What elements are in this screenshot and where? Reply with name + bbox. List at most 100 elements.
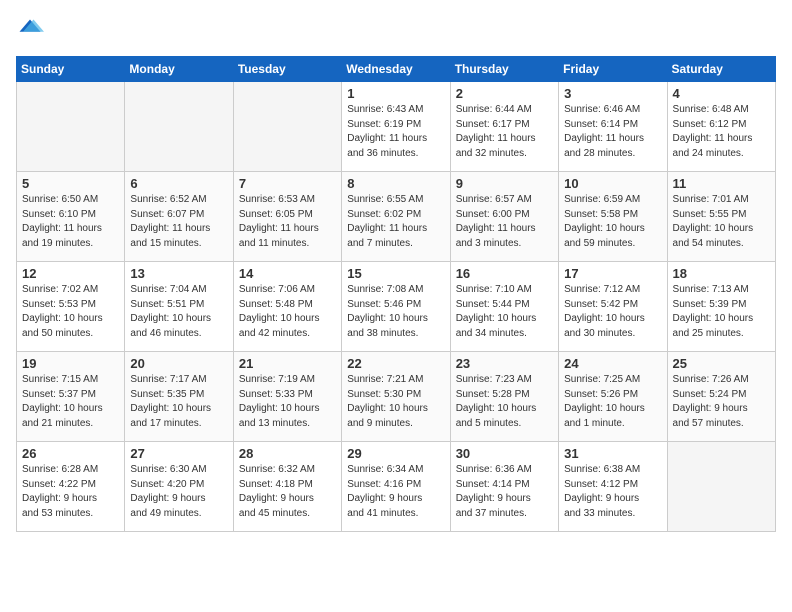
weekday-header-tuesday: Tuesday <box>233 57 341 82</box>
calendar-cell: 29 Sunrise: 6:34 AM Sunset: 4:16 PM Dayli… <box>342 442 450 532</box>
day-info: Sunrise: 7:15 AM Sunset: 5:37 PM Dayligh… <box>22 373 119 431</box>
day-number: 17 <box>564 266 661 281</box>
day-number: 12 <box>22 266 119 281</box>
calendar-cell: 14 Sunrise: 7:06 AM Sunset: 5:48 PM Dayli… <box>233 262 341 352</box>
day-info: Sunrise: 6:32 AM Sunset: 4:18 PM Dayligh… <box>239 463 336 521</box>
calendar-cell: 22 Sunrise: 7:21 AM Sunset: 5:30 PM Dayli… <box>342 352 450 442</box>
day-number: 13 <box>130 266 227 281</box>
day-number: 28 <box>239 446 336 461</box>
day-number: 23 <box>456 356 553 371</box>
day-info: Sunrise: 7:04 AM Sunset: 5:51 PM Dayligh… <box>130 283 227 341</box>
calendar-cell: 17 Sunrise: 7:12 AM Sunset: 5:42 PM Dayli… <box>559 262 667 352</box>
day-info: Sunrise: 6:59 AM Sunset: 5:58 PM Dayligh… <box>564 193 661 251</box>
calendar-table: SundayMondayTuesdayWednesdayThursdayFrid… <box>16 56 776 532</box>
day-info: Sunrise: 6:44 AM Sunset: 6:17 PM Dayligh… <box>456 103 553 161</box>
weekday-header-saturday: Saturday <box>667 57 775 82</box>
calendar-cell: 20 Sunrise: 7:17 AM Sunset: 5:35 PM Dayli… <box>125 352 233 442</box>
day-info: Sunrise: 7:19 AM Sunset: 5:33 PM Dayligh… <box>239 373 336 431</box>
day-number: 21 <box>239 356 336 371</box>
calendar-cell: 24 Sunrise: 7:25 AM Sunset: 5:26 PM Dayli… <box>559 352 667 442</box>
day-number: 15 <box>347 266 444 281</box>
calendar-cell: 31 Sunrise: 6:38 AM Sunset: 4:12 PM Dayli… <box>559 442 667 532</box>
day-number: 1 <box>347 86 444 101</box>
day-info: Sunrise: 7:17 AM Sunset: 5:35 PM Dayligh… <box>130 373 227 431</box>
calendar-cell: 13 Sunrise: 7:04 AM Sunset: 5:51 PM Dayli… <box>125 262 233 352</box>
day-number: 26 <box>22 446 119 461</box>
calendar-cell: 27 Sunrise: 6:30 AM Sunset: 4:20 PM Dayli… <box>125 442 233 532</box>
day-info: Sunrise: 6:50 AM Sunset: 6:10 PM Dayligh… <box>22 193 119 251</box>
day-number: 9 <box>456 176 553 191</box>
day-info: Sunrise: 7:06 AM Sunset: 5:48 PM Dayligh… <box>239 283 336 341</box>
day-info: Sunrise: 6:34 AM Sunset: 4:16 PM Dayligh… <box>347 463 444 521</box>
day-info: Sunrise: 7:13 AM Sunset: 5:39 PM Dayligh… <box>673 283 770 341</box>
calendar-cell <box>667 442 775 532</box>
weekday-header-thursday: Thursday <box>450 57 558 82</box>
day-info: Sunrise: 7:25 AM Sunset: 5:26 PM Dayligh… <box>564 373 661 431</box>
day-info: Sunrise: 7:10 AM Sunset: 5:44 PM Dayligh… <box>456 283 553 341</box>
day-info: Sunrise: 6:53 AM Sunset: 6:05 PM Dayligh… <box>239 193 336 251</box>
day-number: 8 <box>347 176 444 191</box>
day-number: 30 <box>456 446 553 461</box>
day-number: 2 <box>456 86 553 101</box>
logo-icon <box>16 16 44 44</box>
day-info: Sunrise: 7:26 AM Sunset: 5:24 PM Dayligh… <box>673 373 770 431</box>
day-number: 6 <box>130 176 227 191</box>
day-info: Sunrise: 6:55 AM Sunset: 6:02 PM Dayligh… <box>347 193 444 251</box>
calendar-cell: 16Sunrise: 7:10 AM Sunset: 5:44 PM Dayli… <box>450 262 558 352</box>
calendar-cell: 7 Sunrise: 6:53 AM Sunset: 6:05 PM Daylig… <box>233 172 341 262</box>
calendar-cell: 26 Sunrise: 6:28 AM Sunset: 4:22 PM Dayli… <box>17 442 125 532</box>
day-info: Sunrise: 6:46 AM Sunset: 6:14 PM Dayligh… <box>564 103 661 161</box>
day-number: 31 <box>564 446 661 461</box>
day-info: Sunrise: 7:01 AM Sunset: 5:55 PM Dayligh… <box>673 193 770 251</box>
calendar-cell: 10 Sunrise: 6:59 AM Sunset: 5:58 PM Dayli… <box>559 172 667 262</box>
day-info: Sunrise: 7:12 AM Sunset: 5:42 PM Dayligh… <box>564 283 661 341</box>
calendar-cell: 9 Sunrise: 6:57 AM Sunset: 6:00 PM Daylig… <box>450 172 558 262</box>
day-info: Sunrise: 6:48 AM Sunset: 6:12 PM Dayligh… <box>673 103 770 161</box>
calendar-cell <box>125 82 233 172</box>
day-number: 22 <box>347 356 444 371</box>
calendar-cell: 21 Sunrise: 7:19 AM Sunset: 5:33 PM Dayli… <box>233 352 341 442</box>
day-number: 25 <box>673 356 770 371</box>
calendar-cell: 12Sunrise: 7:02 AM Sunset: 5:53 PM Dayli… <box>17 262 125 352</box>
weekday-header-friday: Friday <box>559 57 667 82</box>
calendar-cell: 18 Sunrise: 7:13 AM Sunset: 5:39 PM Dayli… <box>667 262 775 352</box>
day-number: 4 <box>673 86 770 101</box>
day-number: 27 <box>130 446 227 461</box>
day-info: Sunrise: 6:28 AM Sunset: 4:22 PM Dayligh… <box>22 463 119 521</box>
day-number: 19 <box>22 356 119 371</box>
day-number: 29 <box>347 446 444 461</box>
day-number: 14 <box>239 266 336 281</box>
day-info: Sunrise: 6:57 AM Sunset: 6:00 PM Dayligh… <box>456 193 553 251</box>
day-number: 5 <box>22 176 119 191</box>
weekday-header-sunday: Sunday <box>17 57 125 82</box>
day-info: Sunrise: 6:38 AM Sunset: 4:12 PM Dayligh… <box>564 463 661 521</box>
calendar-cell: 2 Sunrise: 6:44 AM Sunset: 6:17 PM Daylig… <box>450 82 558 172</box>
calendar-cell: 25 Sunrise: 7:26 AM Sunset: 5:24 PM Dayli… <box>667 352 775 442</box>
calendar-cell: 1 Sunrise: 6:43 AM Sunset: 6:19 PM Daylig… <box>342 82 450 172</box>
calendar-cell <box>233 82 341 172</box>
calendar-cell: 23 Sunrise: 7:23 AM Sunset: 5:28 PM Dayli… <box>450 352 558 442</box>
day-number: 10 <box>564 176 661 191</box>
day-info: Sunrise: 6:36 AM Sunset: 4:14 PM Dayligh… <box>456 463 553 521</box>
day-number: 24 <box>564 356 661 371</box>
calendar-cell: 28 Sunrise: 6:32 AM Sunset: 4:18 PM Dayli… <box>233 442 341 532</box>
calendar-cell: 11 Sunrise: 7:01 AM Sunset: 5:55 PM Dayli… <box>667 172 775 262</box>
calendar-cell: 6 Sunrise: 6:52 AM Sunset: 6:07 PM Daylig… <box>125 172 233 262</box>
calendar-cell: 4 Sunrise: 6:48 AM Sunset: 6:12 PM Daylig… <box>667 82 775 172</box>
calendar-cell: 30 Sunrise: 6:36 AM Sunset: 4:14 PM Dayli… <box>450 442 558 532</box>
day-number: 18 <box>673 266 770 281</box>
day-number: 11 <box>673 176 770 191</box>
calendar-cell: 19 Sunrise: 7:15 AM Sunset: 5:37 PM Dayli… <box>17 352 125 442</box>
day-info: Sunrise: 7:08 AM Sunset: 5:46 PM Dayligh… <box>347 283 444 341</box>
day-info: Sunrise: 7:23 AM Sunset: 5:28 PM Dayligh… <box>456 373 553 431</box>
day-info: Sunrise: 6:43 AM Sunset: 6:19 PM Dayligh… <box>347 103 444 161</box>
day-number: 7 <box>239 176 336 191</box>
day-number: 20 <box>130 356 227 371</box>
logo <box>16 16 48 44</box>
calendar-cell <box>17 82 125 172</box>
day-info: Sunrise: 6:52 AM Sunset: 6:07 PM Dayligh… <box>130 193 227 251</box>
day-info: Sunrise: 7:21 AM Sunset: 5:30 PM Dayligh… <box>347 373 444 431</box>
weekday-header-monday: Monday <box>125 57 233 82</box>
calendar-cell: 3Sunrise: 6:46 AM Sunset: 6:14 PM Daylig… <box>559 82 667 172</box>
day-info: Sunrise: 6:30 AM Sunset: 4:20 PM Dayligh… <box>130 463 227 521</box>
